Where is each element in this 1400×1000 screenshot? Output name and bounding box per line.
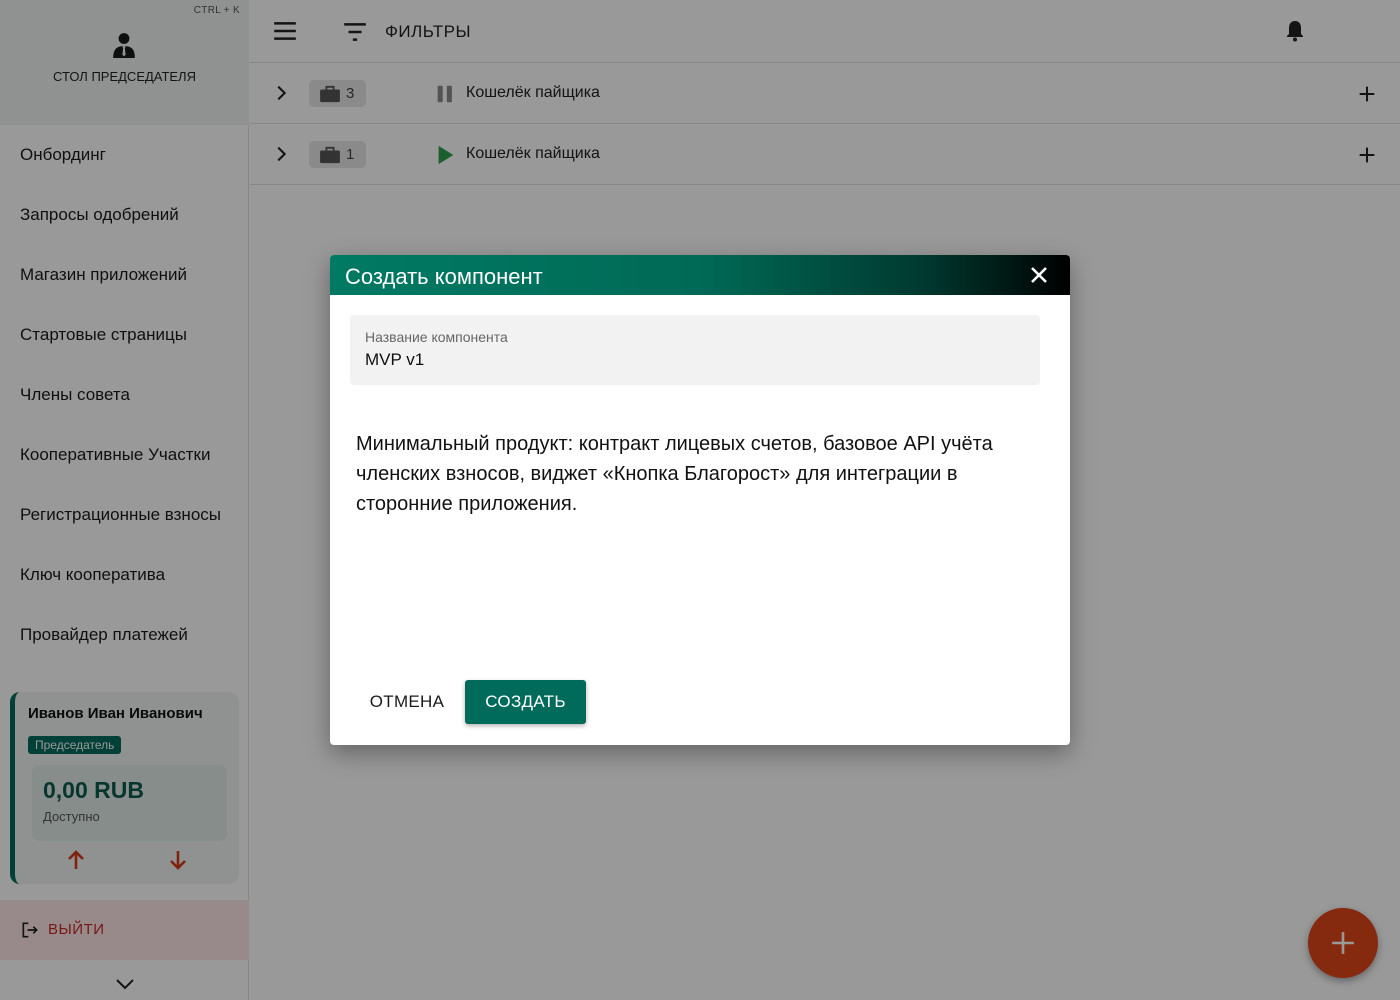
close-icon[interactable] [1027, 263, 1051, 287]
dialog-header: Создать компонент [330, 255, 1070, 295]
description-editor[interactable]: Минимальный продукт: контракт лицевых сч… [356, 429, 1036, 519]
dialog-title: Создать компонент [345, 264, 543, 289]
create-component-dialog: Создать компонент Название компонента MV… [330, 255, 1070, 745]
component-name-input[interactable]: MVP v1 [365, 350, 424, 370]
component-name-label: Название компонента [365, 329, 508, 345]
cancel-button[interactable]: ОТМЕНА [355, 680, 459, 724]
create-button[interactable]: СОЗДАТЬ [465, 680, 586, 724]
component-name-field[interactable]: Название компонента MVP v1 [350, 315, 1040, 385]
